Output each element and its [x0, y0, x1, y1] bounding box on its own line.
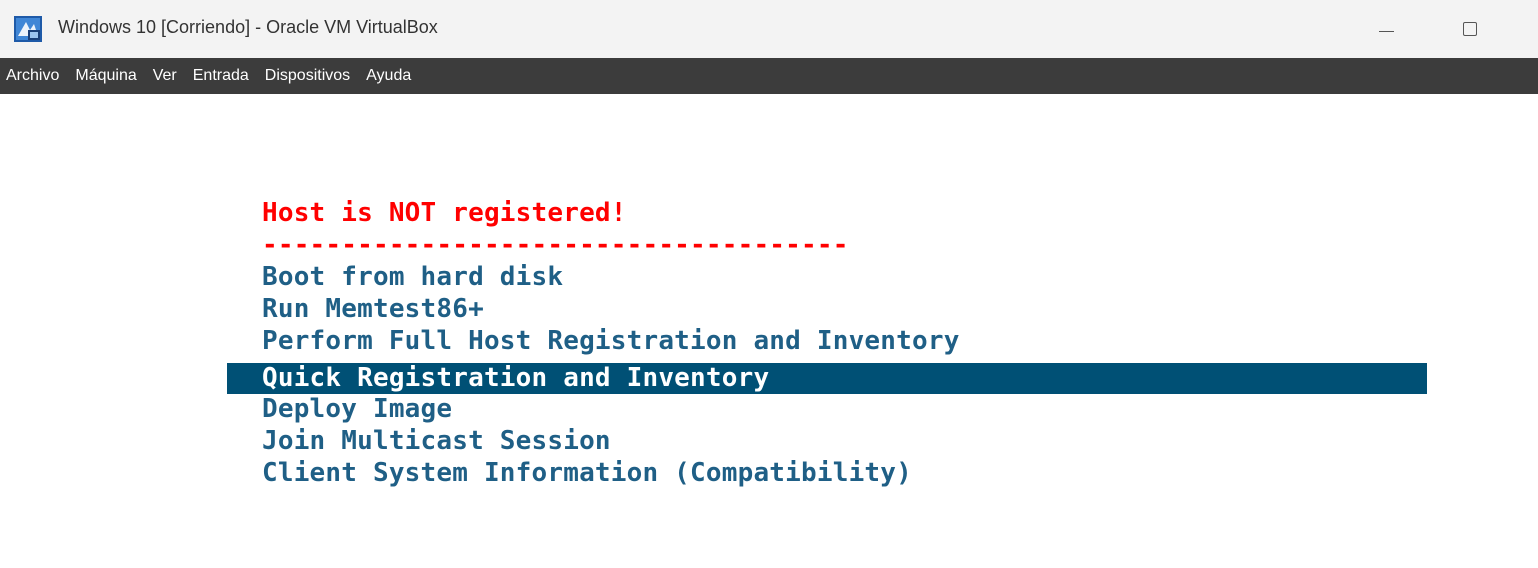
menu-bar: Archivo Máquina Ver Entrada Dispositivos… [0, 58, 1538, 94]
menu-maquina[interactable]: Máquina [67, 58, 144, 94]
menu-ayuda[interactable]: Ayuda [358, 58, 419, 94]
minimize-button[interactable] [1366, 10, 1406, 48]
maximize-button[interactable] [1450, 10, 1490, 48]
minimize-icon [1379, 31, 1394, 32]
vm-display[interactable]: Host is NOT registered! ----------------… [0, 94, 1538, 568]
boot-option-full-registration[interactable]: Perform Full Host Registration and Inven… [262, 326, 960, 357]
boot-option-memtest[interactable]: Run Memtest86+ [262, 294, 484, 325]
boot-option-quick-registration[interactable]: Quick Registration and Inventory [227, 363, 1427, 394]
window-title: Windows 10 [Corriendo] - Oracle VM Virtu… [58, 17, 438, 37]
menu-dispositivos[interactable]: Dispositivos [257, 58, 358, 94]
registration-status-heading: Host is NOT registered! [262, 198, 627, 228]
menu-separator: ------------------------------------- [262, 230, 849, 260]
virtualbox-window: Windows 10 [Corriendo] - Oracle VM Virtu… [0, 0, 1538, 568]
menu-archivo[interactable]: Archivo [0, 58, 67, 94]
menu-entrada[interactable]: Entrada [185, 58, 257, 94]
boot-option-hard-disk[interactable]: Boot from hard disk [262, 262, 563, 293]
virtualbox-icon [14, 16, 42, 42]
boot-option-deploy-image[interactable]: Deploy Image [262, 394, 452, 425]
menu-ver[interactable]: Ver [145, 58, 185, 94]
boot-option-multicast[interactable]: Join Multicast Session [262, 426, 611, 457]
title-bar[interactable]: Windows 10 [Corriendo] - Oracle VM Virtu… [0, 0, 1538, 58]
boot-option-system-info[interactable]: Client System Information (Compatibility… [262, 458, 912, 489]
maximize-icon [1463, 22, 1477, 36]
